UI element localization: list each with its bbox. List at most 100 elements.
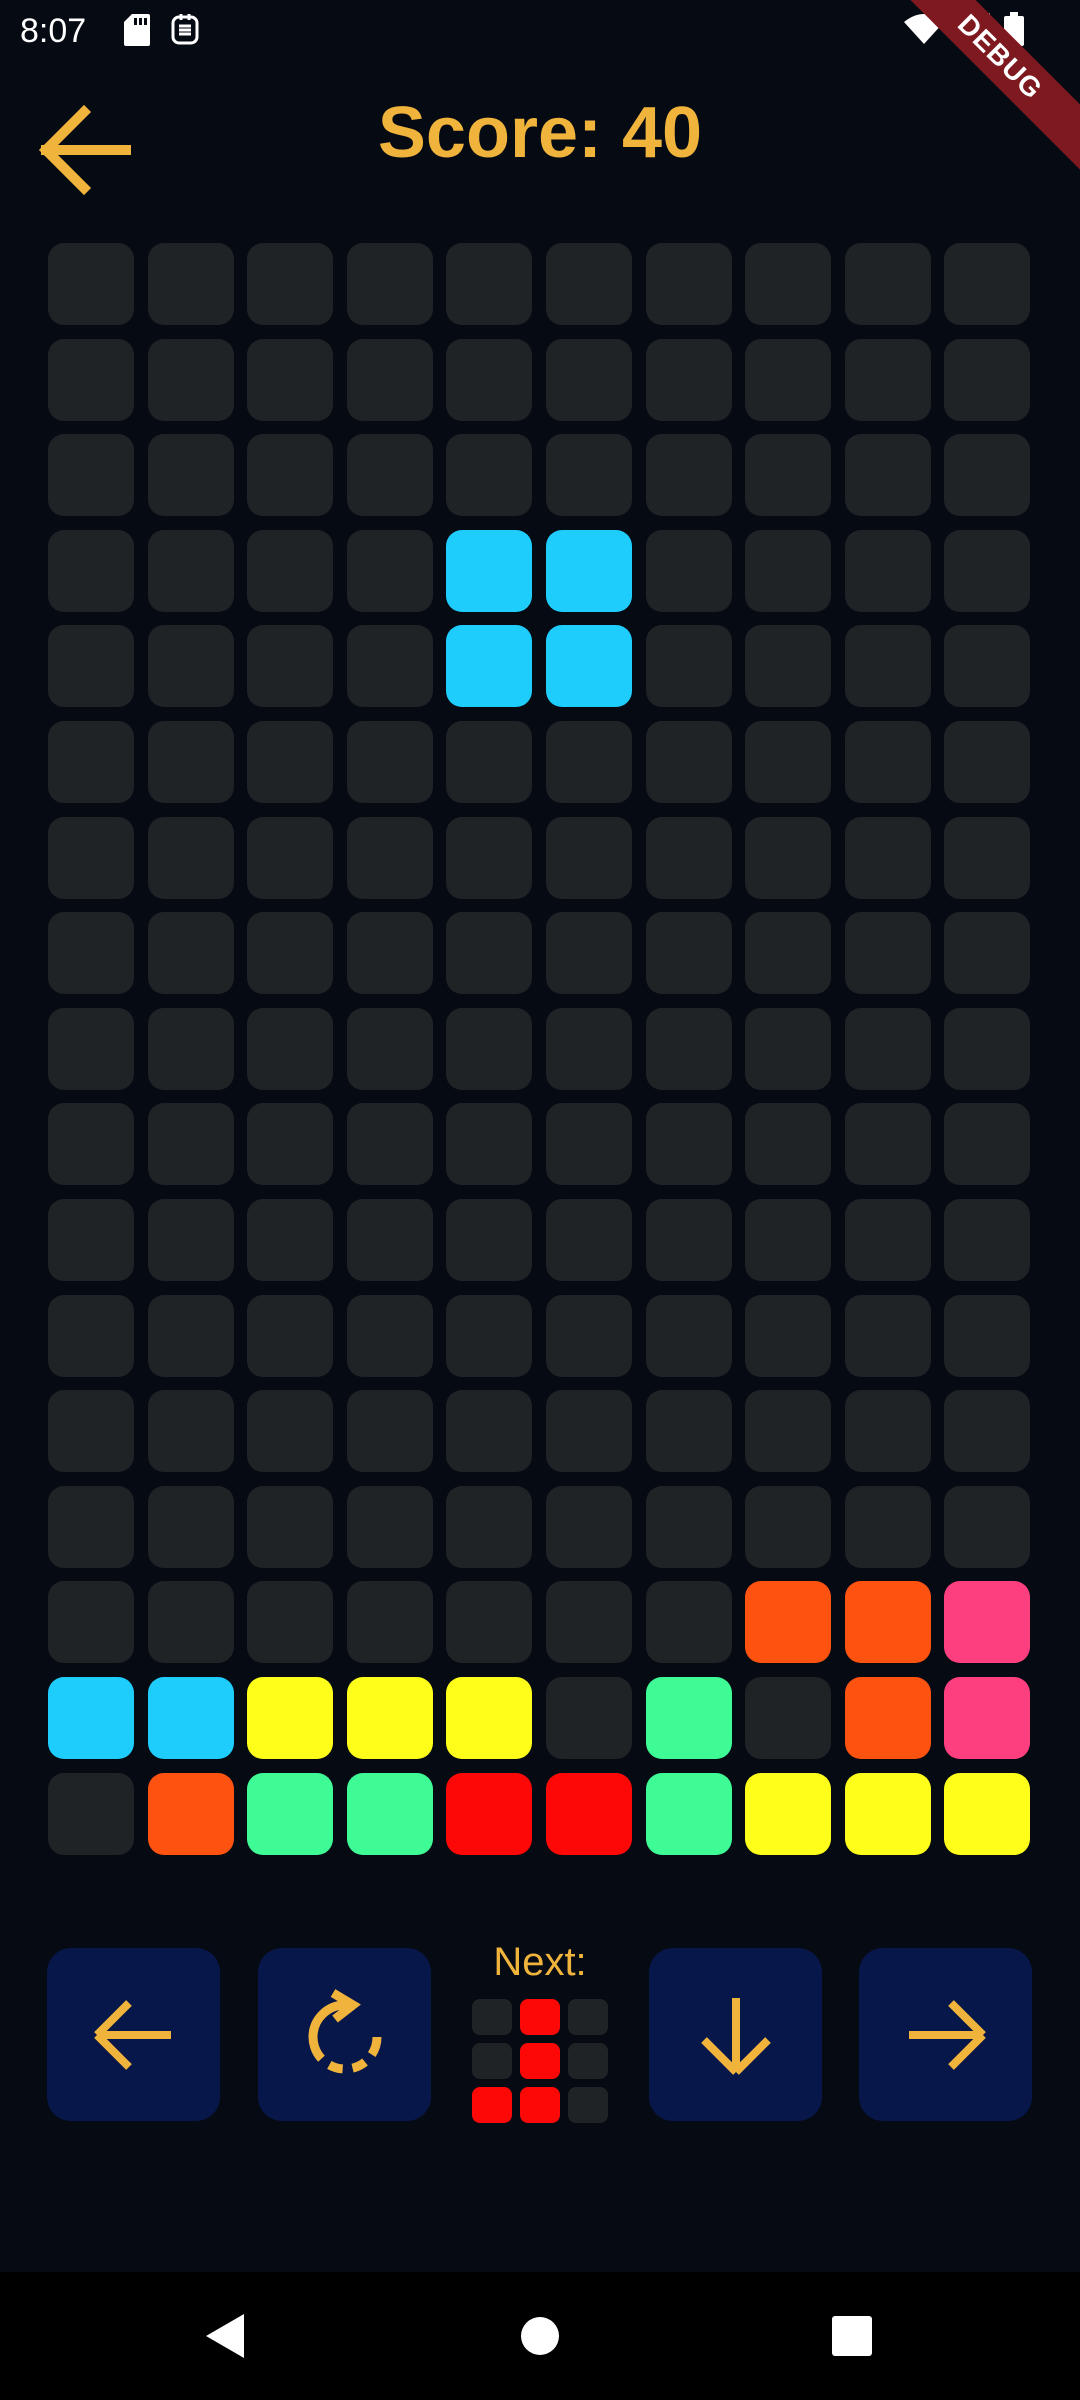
nav-back-button[interactable] — [196, 2306, 256, 2366]
empty-cell — [545, 243, 632, 325]
empty-cell — [346, 912, 433, 995]
move-left-button[interactable] — [47, 1948, 220, 2121]
block-cell — [645, 1676, 732, 1759]
block-cell — [147, 1772, 234, 1855]
block-cell — [844, 1676, 931, 1759]
empty-cell — [147, 816, 234, 899]
empty-cell — [944, 1390, 1031, 1473]
empty-cell — [645, 816, 732, 899]
empty-cell — [247, 243, 334, 325]
block-cell — [520, 2043, 560, 2079]
empty-cell — [844, 338, 931, 421]
empty-cell — [48, 625, 134, 708]
next-piece-grid — [466, 1999, 614, 2123]
empty-cell — [645, 1581, 732, 1664]
empty-cell — [844, 1294, 931, 1377]
empty-cell — [844, 720, 931, 803]
block-cell — [745, 1581, 832, 1664]
empty-cell — [147, 720, 234, 803]
empty-cell — [247, 1294, 334, 1377]
empty-cell — [247, 1581, 334, 1664]
empty-cell — [147, 529, 234, 612]
empty-cell — [844, 816, 931, 899]
empty-cell — [472, 1999, 512, 2035]
status-time: 8:07 — [20, 12, 87, 50]
back-triangle-icon — [206, 2314, 244, 2358]
empty-cell — [545, 1581, 632, 1664]
empty-cell — [247, 1485, 334, 1568]
empty-cell — [446, 1198, 533, 1281]
empty-cell — [844, 625, 931, 708]
empty-cell — [48, 1485, 134, 1568]
empty-cell — [545, 1103, 632, 1186]
empty-cell — [645, 1294, 732, 1377]
block-cell — [346, 1676, 433, 1759]
empty-cell — [346, 243, 433, 325]
empty-cell — [48, 912, 134, 995]
nav-recents-button[interactable] — [822, 2306, 882, 2366]
move-right-button[interactable] — [859, 1948, 1032, 2121]
empty-cell — [346, 1103, 433, 1186]
empty-cell — [745, 816, 832, 899]
block-cell — [520, 1999, 560, 2035]
empty-cell — [147, 1198, 234, 1281]
drop-down-button[interactable] — [649, 1948, 822, 2121]
block-cell — [48, 1676, 134, 1759]
block-cell — [545, 1772, 632, 1855]
block-cell — [944, 1676, 1031, 1759]
empty-cell — [545, 720, 632, 803]
block-cell — [346, 1772, 433, 1855]
empty-cell — [944, 1294, 1031, 1377]
arrow-down-icon — [700, 1997, 771, 2075]
rotate-button[interactable] — [258, 1948, 431, 2121]
empty-cell — [545, 816, 632, 899]
empty-cell — [844, 434, 931, 517]
controls: Next: — [0, 1940, 1080, 2124]
empty-cell — [745, 912, 832, 995]
empty-cell — [944, 912, 1031, 995]
empty-cell — [568, 1999, 608, 2035]
empty-cell — [645, 720, 732, 803]
empty-cell — [346, 1485, 433, 1568]
empty-cell — [346, 720, 433, 803]
block-cell — [745, 1772, 832, 1855]
empty-cell — [346, 529, 433, 612]
empty-cell — [446, 720, 533, 803]
empty-cell — [346, 1007, 433, 1090]
empty-cell — [147, 1103, 234, 1186]
empty-cell — [446, 338, 533, 421]
empty-cell — [446, 816, 533, 899]
empty-cell — [446, 243, 533, 325]
empty-cell — [545, 1390, 632, 1473]
nav-home-button[interactable] — [510, 2306, 570, 2366]
empty-cell — [944, 1007, 1031, 1090]
block-cell — [147, 1676, 234, 1759]
empty-cell — [844, 912, 931, 995]
empty-cell — [645, 529, 732, 612]
recents-square-icon — [832, 2316, 872, 2356]
empty-cell — [545, 1676, 632, 1759]
empty-cell — [247, 1103, 334, 1186]
empty-cell — [745, 243, 832, 325]
empty-cell — [147, 434, 234, 517]
empty-cell — [645, 243, 732, 325]
empty-cell — [346, 1581, 433, 1664]
empty-cell — [147, 243, 234, 325]
block-cell — [844, 1581, 931, 1664]
empty-cell — [147, 1485, 234, 1568]
empty-cell — [645, 434, 732, 517]
empty-cell — [944, 720, 1031, 803]
block-cell — [446, 625, 533, 708]
empty-cell — [147, 625, 234, 708]
empty-cell — [844, 1390, 931, 1473]
empty-cell — [147, 338, 234, 421]
empty-cell — [48, 1294, 134, 1377]
empty-cell — [48, 1007, 134, 1090]
sd-card-icon — [124, 14, 150, 46]
empty-cell — [568, 2043, 608, 2079]
next-piece-panel: Next: — [466, 1940, 614, 2123]
empty-cell — [645, 1485, 732, 1568]
game-board — [48, 243, 1031, 1855]
block-cell — [545, 625, 632, 708]
empty-cell — [346, 816, 433, 899]
